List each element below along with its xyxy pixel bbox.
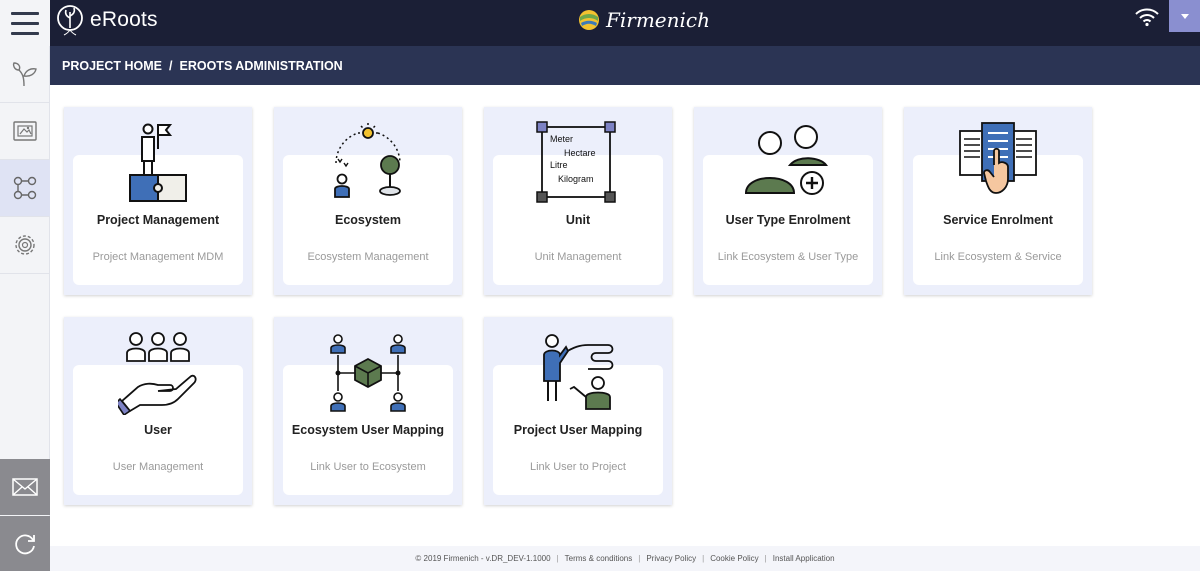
eroots-logo-icon [57,5,83,36]
footer-divider: | [702,554,705,563]
partner-name: Firmenich [606,8,710,32]
tile-unit[interactable]: Meter Hectare Litre Kilogram Unit Unit M… [484,107,672,295]
partner-logo: Firmenich [576,8,710,32]
footer-divider: | [556,554,559,563]
brand[interactable]: eRoots [56,4,158,36]
tile-ecosystem-user-mapping[interactable]: Ecosystem User Mapping Link User to Ecos… [274,317,462,505]
presentation-icon [543,334,614,410]
footer-divider: | [764,554,767,563]
settings-gear-icon [15,235,35,255]
unit-word-hectare: Hectare [564,148,596,158]
tile-user[interactable]: User User Management [64,317,252,505]
breadcrumb-home[interactable]: PROJECT HOME [62,59,162,73]
top-bar: eRoots Firmenich [0,0,1200,46]
sidebar-refresh-button[interactable] [0,516,50,571]
tile-project-user-mapping[interactable]: Project User Mapping Link User to Projec… [484,317,672,505]
hamburger-menu-button[interactable] [0,0,50,46]
app-name: eRoots [90,8,158,31]
user-dropdown-button[interactable] [1169,0,1200,32]
tile-ecosystem[interactable]: Ecosystem Ecosystem Management [274,107,462,295]
sidebar-item-gallery[interactable] [0,103,50,160]
unit-icon: Meter Hectare Litre Kilogram [536,121,616,203]
leaf-sprout-icon [12,62,37,87]
tile-title: User [144,423,172,437]
tile-title: Service Enrolment [943,213,1053,227]
tile-title: Ecosystem [334,213,401,227]
tile-description: Link User to Ecosystem [310,461,426,473]
footer-link-terms[interactable]: Terms & conditions [565,554,633,563]
sidebar-mail-button[interactable] [0,459,50,515]
breadcrumb-separator: / [169,58,173,73]
tile-user-type-enrolment[interactable]: User Type Enrolment Link Ecosystem & Use… [694,107,882,295]
mail-icon [12,478,38,496]
footer-divider: | [638,554,641,563]
app-root: eRoots Firmenich PROJECT HOME / EROOTS A… [0,0,1200,571]
workflow-icon [13,176,37,200]
footer: © 2019 Firmenich - v.DR_DEV-1.1000 | Ter… [50,546,1200,571]
tile-description: Link Ecosystem & User Type [717,251,859,263]
sidebar [0,46,50,571]
sidebar-item-administration[interactable] [0,160,50,217]
footer-link-cookie[interactable]: Cookie Policy [710,554,758,563]
tile-description: Ecosystem Management [307,251,429,263]
tile-description: Unit Management [534,251,622,263]
project-flag-icon [129,123,187,202]
unit-word-litre: Litre [550,160,568,170]
footer-link-privacy[interactable]: Privacy Policy [646,554,696,563]
tile-title: User Type Enrolment [725,213,851,227]
breadcrumb: PROJECT HOME / EROOTS ADMINISTRATION [50,46,1200,85]
tile-description: Link User to Project [530,461,626,473]
tile-description: User Management [112,461,204,473]
sidebar-item-projects[interactable] [0,46,50,103]
user-type-icon [744,125,829,195]
user-group-icon [118,332,197,415]
network-mapping-icon [330,334,406,412]
footer-link-install[interactable]: Install Application [773,554,835,563]
refresh-icon [15,534,35,554]
unit-word-kilogram: Kilogram [558,174,594,184]
tile-description: Link Ecosystem & Service [934,251,1062,263]
wifi-icon[interactable] [1134,6,1160,28]
breadcrumb-current: EROOTS ADMINISTRATION [179,58,343,73]
tile-service-enrolment[interactable]: Service Enrolment Link Ecosystem & Servi… [904,107,1092,295]
ecosystem-icon [334,123,401,198]
service-icon [959,122,1037,194]
tile-description: Project Management MDM [92,251,224,263]
tile-title: Ecosystem User Mapping [291,423,445,437]
tile-title: Project User Mapping [513,423,643,437]
footer-copyright: © 2019 Firmenich - v.DR_DEV-1.1000 [415,554,551,563]
tile-title: Unit [565,213,591,227]
firmenich-globe-icon [579,10,599,30]
tile-title: Project Management [96,213,220,227]
unit-word-meter: Meter [550,134,573,144]
tile-project-management[interactable]: Project Management Project Management MD… [64,107,252,295]
image-frame-icon [13,121,37,141]
sidebar-item-settings[interactable] [0,217,50,274]
